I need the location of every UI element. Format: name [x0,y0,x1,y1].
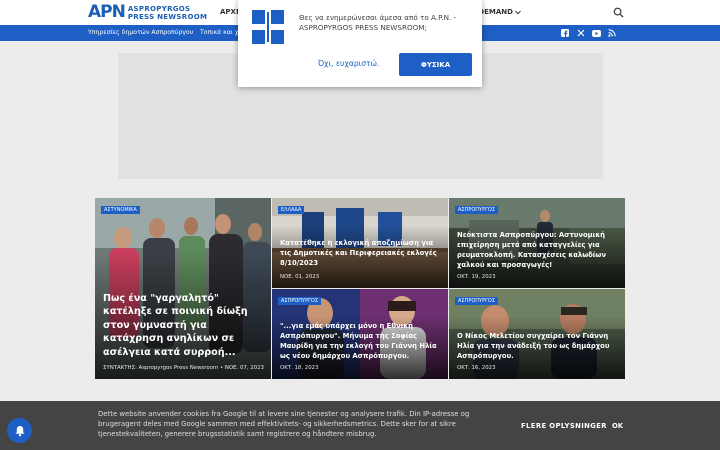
article-meta: ΟΚΤ. 16, 2023 [457,365,496,371]
search-icon[interactable] [613,7,624,18]
cookie-more-info-button[interactable]: FLERE OPLYSNINGER [521,422,607,430]
popup-message: Θες να ενημερώνεσαι άμεσα από το A.P.N. … [299,13,457,32]
accept-button[interactable]: ΦΥΣΙΚΑ [399,53,472,76]
category-tag[interactable]: ΕΛΛΑΔΑ [278,206,305,214]
logo-line-2: PRESS NEWSROOM [127,12,208,21]
article-title[interactable]: Κατατέθηκε η εκλογική αποζημίωση για τις… [280,238,440,268]
subnav-item-local[interactable]: Τοπικά και χ [200,29,238,36]
article-meta: ΟΚΤ. 19, 2023 [457,274,496,280]
notification-bell-button[interactable] [7,418,32,443]
article-card-election-compensation[interactable]: ΕΛΛΑΔΑ Κατατέθηκε η εκλογική αποζημίωση … [272,198,448,288]
article-title[interactable]: Ο Νίκος Μελετίου συγχαίρει τον Γιάννη Ηλ… [457,331,617,361]
category-tag[interactable]: ΑΣΤΥΝΟΜΙΚΑ [101,206,140,214]
apn-logo-icon [252,10,284,44]
rss-icon[interactable] [607,28,617,38]
logo-text: ASPROPYRGOS PRESS NEWSROOM [128,5,207,21]
bell-icon [15,425,24,436]
category-tag[interactable]: ΑΣΠΡΟΠΥΡΓΟΣ [278,297,321,305]
article-meta: ΣΥΝΤΑΚΤΗΣ: Aspropyrgos Press Newsroom • … [103,365,264,371]
cookie-consent-bar: Dette website anvender cookies fra Googl… [0,401,720,450]
article-title[interactable]: Νεόκτιστα Ασπροπύργου: Αστυνομική επιχεί… [457,230,617,270]
featured-articles-grid: ΑΣΤΥΝΟΜΙΚΑ Πως ένα "γαργαλητό" κατέληξε … [95,198,625,379]
logo-line-1: ASPROPYRGOS [127,4,191,13]
article-meta: ΝΟΕ. 01, 2023 [280,274,320,280]
subnav-item-services[interactable]: Υπηρεσίες δημοτών Ασπροπύργου [88,29,193,36]
decline-button[interactable]: Όχι, ευχαριστώ. [318,59,379,68]
category-tag[interactable]: ΑΣΠΡΟΠΥΡΓΟΣ [455,206,498,214]
notification-permission-popup: Θες να ενημερώνεσαι άμεσα από το A.P.N. … [238,0,482,87]
chevron-down-icon [515,10,521,15]
article-title[interactable]: "...για εμάς υπάρχει μόνο η Εθνική Ασπρό… [280,321,440,361]
logo-mark: APN [88,2,126,22]
article-title[interactable]: Πως ένα "γαργαλητό" κατέληξε σε ποινική … [103,292,263,360]
article-card-meletiou[interactable]: ΑΣΠΡΟΠΥΡΓΟΣ Ο Νίκος Μελετίου συγχαίρει τ… [449,289,625,379]
cookie-text: Dette website anvender cookies fra Googl… [98,410,470,438]
article-card-featured[interactable]: ΑΣΤΥΝΟΜΙΚΑ Πως ένα "γαργαλητό" κατέληξε … [95,198,271,379]
cookie-ok-button[interactable]: OK [612,422,623,430]
x-icon[interactable] [576,28,586,38]
site-logo[interactable]: APN ASPROPYRGOS PRESS NEWSROOM [88,3,207,22]
article-meta: ΟΚΤ. 18, 2023 [280,365,319,371]
facebook-icon[interactable] [560,28,570,38]
category-tag[interactable]: ΑΣΠΡΟΠΥΡΓΟΣ [455,297,498,305]
article-card-police-operation[interactable]: ΑΣΠΡΟΠΥΡΓΟΣ Νεόκτιστα Ασπροπύργου: Αστυν… [449,198,625,288]
nav-home[interactable]: ΑΡΧΙ [220,8,239,16]
article-card-mavridi-message[interactable]: ΑΣΠΡΟΠΥΡΓΟΣ "...για εμάς υπάρχει μόνο η … [272,289,448,379]
youtube-icon[interactable] [591,28,601,38]
